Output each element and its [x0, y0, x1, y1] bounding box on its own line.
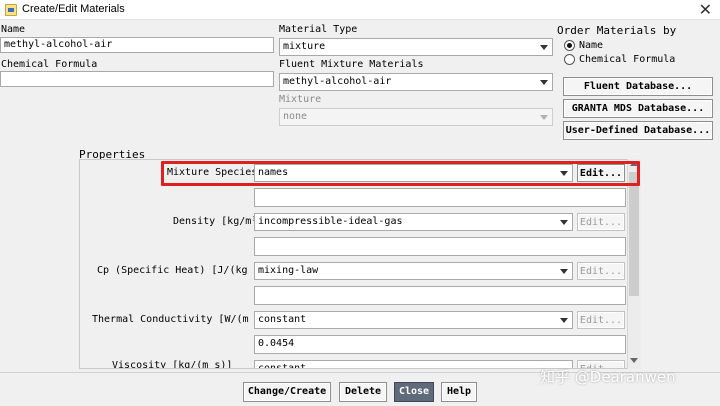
- help-button[interactable]: Help: [441, 382, 477, 402]
- mixture-select: none: [279, 108, 553, 126]
- chemical-formula-input[interactable]: [0, 71, 274, 87]
- chevron-down-icon: [540, 45, 548, 50]
- fluent-mixture-materials-select[interactable]: methyl-alcohol-air: [279, 73, 553, 91]
- density-sub-field: [254, 237, 626, 256]
- cp-edit-button[interactable]: Edit...: [577, 262, 625, 280]
- chevron-down-icon: [540, 80, 548, 85]
- density-edit-button[interactable]: Edit...: [577, 213, 625, 231]
- chevron-down-icon: [560, 318, 568, 323]
- fluent-database-button[interactable]: Fluent Database...: [563, 77, 713, 96]
- material-type-label: Material Type: [279, 24, 358, 35]
- scrollbar-thumb[interactable]: [629, 172, 639, 296]
- scroll-down-icon[interactable]: [630, 358, 638, 363]
- thermal-conductivity-value: constant: [258, 314, 307, 325]
- viscosity-value: constant: [258, 363, 306, 368]
- title-bar: Create/Edit Materials ✕: [0, 0, 720, 20]
- order-by-name-label: Name: [579, 40, 604, 51]
- change-create-button[interactable]: Change/Create: [243, 382, 331, 402]
- app-icon: [5, 4, 17, 16]
- close-icon[interactable]: ✕: [699, 0, 712, 19]
- density-value: incompressible-ideal-gas: [258, 216, 403, 227]
- mixture-species-sub-field: [254, 188, 626, 207]
- granta-database-button[interactable]: GRANTA MDS Database...: [563, 99, 713, 118]
- name-input[interactable]: methyl-alcohol-air: [0, 37, 274, 53]
- order-materials-label: Order Materials by: [557, 24, 677, 37]
- thermal-conductivity-value-input[interactable]: 0.0454: [254, 335, 626, 354]
- viscosity-select[interactable]: constant: [254, 360, 573, 368]
- order-by-formula-label: Chemical Formula: [579, 54, 676, 65]
- chevron-down-icon: [560, 269, 568, 274]
- order-by-formula-radio[interactable]: [564, 54, 575, 65]
- window-title: Create/Edit Materials: [22, 3, 125, 15]
- cp-value: mixing-law: [258, 265, 319, 276]
- mixture-value: none: [283, 111, 308, 122]
- fluent-mixture-materials-value: methyl-alcohol-air: [283, 76, 392, 87]
- thermal-conductivity-edit-button[interactable]: Edit...: [577, 311, 625, 329]
- thermal-conductivity-select[interactable]: constant: [254, 311, 573, 329]
- chevron-down-icon: [560, 220, 568, 225]
- cp-select[interactable]: mixing-law: [254, 262, 573, 280]
- name-label: Name: [1, 24, 26, 35]
- order-by-name-radio[interactable]: [564, 40, 575, 51]
- fluent-mixture-materials-label: Fluent Mixture Materials: [279, 59, 424, 70]
- chemical-formula-label: Chemical Formula: [1, 59, 98, 70]
- close-button[interactable]: Close: [394, 382, 434, 402]
- property-label-density: Density [kg/m³]: [173, 216, 264, 227]
- highlight-box: [161, 161, 640, 186]
- property-label-cp: Cp (Specific Heat) [J/(kg K)]: [97, 265, 272, 276]
- property-label-thermal-conductivity: Thermal Conductivity [W/(m K)]: [92, 314, 273, 325]
- density-select[interactable]: incompressible-ideal-gas: [254, 213, 573, 231]
- material-type-value: mixture: [283, 41, 326, 52]
- watermark: 知乎 @Dearanwen: [540, 368, 676, 386]
- material-type-select[interactable]: mixture: [279, 38, 553, 56]
- delete-button[interactable]: Delete: [339, 382, 387, 402]
- property-label-viscosity: Viscosity [kg/(m s)]: [112, 360, 233, 368]
- user-defined-database-button[interactable]: User-Defined Database...: [563, 121, 713, 140]
- chevron-down-icon: [540, 115, 548, 120]
- mixture-label: Mixture: [279, 94, 322, 105]
- cp-sub-field: [254, 286, 626, 305]
